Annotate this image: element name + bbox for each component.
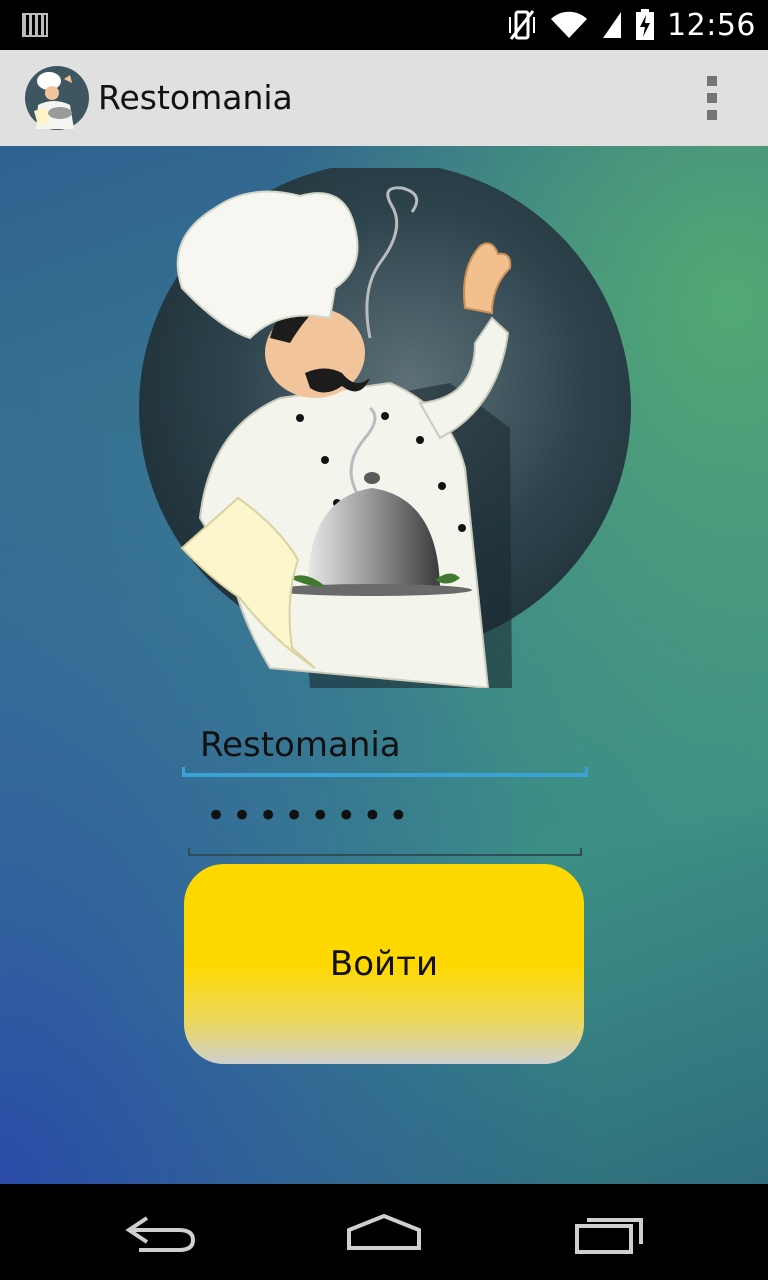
signal-icon <box>603 12 622 38</box>
login-field[interactable]: Restomania <box>182 717 588 777</box>
password-field-underline <box>188 848 582 856</box>
login-value: Restomania <box>200 725 401 765</box>
action-bar: Restomania <box>0 50 768 146</box>
login-screen: Restomania •••••••• Войти <box>0 146 768 1184</box>
login-button[interactable]: Войти <box>184 864 584 1064</box>
battery-charging-icon <box>636 9 655 40</box>
login-button-label: Войти <box>329 944 439 984</box>
login-field-underline <box>182 767 588 777</box>
navigation-bar <box>0 1184 768 1280</box>
chef-illustration <box>139 168 631 688</box>
notification-icon <box>22 13 48 37</box>
recent-apps-icon[interactable] <box>565 1208 655 1258</box>
back-icon[interactable] <box>117 1208 207 1258</box>
password-field[interactable]: •••••••• <box>188 796 582 856</box>
password-value: •••••••• <box>206 796 415 836</box>
wifi-icon <box>551 11 588 38</box>
status-time: 12:56 <box>667 7 756 43</box>
overflow-menu-icon[interactable] <box>696 76 728 120</box>
home-icon[interactable] <box>339 1208 429 1258</box>
chef-icon[interactable] <box>24 65 90 131</box>
app-title: Restomania <box>98 78 293 117</box>
vibrate-icon <box>509 10 536 40</box>
status-bar: 12:56 <box>0 0 768 50</box>
